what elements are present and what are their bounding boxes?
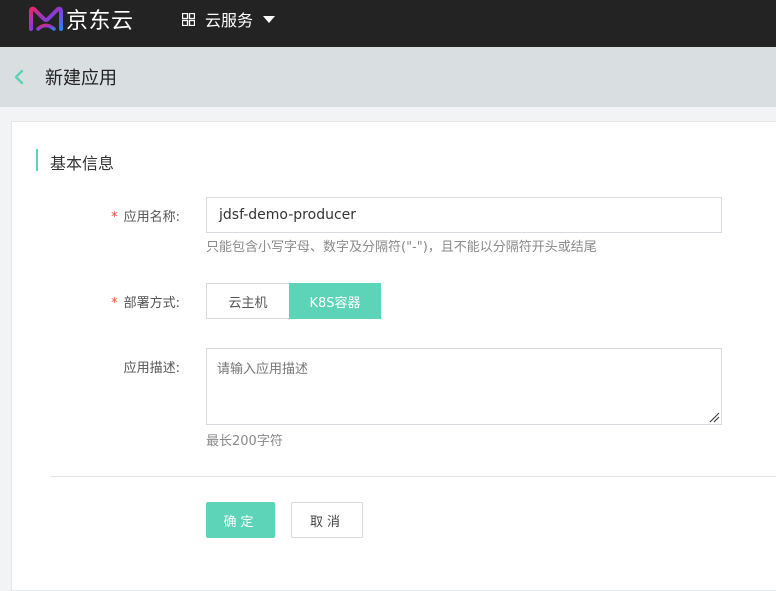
section-accent-bar xyxy=(36,149,38,171)
app-name-label: * 应用名称: xyxy=(0,206,180,225)
chevron-left-icon[interactable] xyxy=(10,67,28,87)
app-name-hint: 只能包含小写字母、数字及分隔符("-")，且不能以分隔符开头或结尾 xyxy=(206,240,597,255)
required-mark: * xyxy=(111,296,118,311)
resize-grip-icon[interactable] xyxy=(708,411,720,423)
caret-down-icon xyxy=(263,15,276,23)
cancel-button[interactable]: 取消 xyxy=(291,502,363,538)
confirm-button[interactable]: 确定 xyxy=(206,502,275,538)
brand-logo[interactable]: 京东云 xyxy=(28,4,134,34)
app-description-textarea[interactable] xyxy=(206,348,722,425)
page-header: 新建应用 xyxy=(0,47,776,107)
app-description-label: 应用描述: xyxy=(0,357,180,376)
grid-icon xyxy=(182,12,195,26)
page-title: 新建应用 xyxy=(45,68,117,89)
deploy-option-k8s[interactable]: K8S容器 xyxy=(289,283,381,319)
app-name-label-text: 应用名称: xyxy=(123,210,180,225)
jdcloud-logo-icon xyxy=(29,6,63,31)
deploy-method-label: * 部署方式: xyxy=(0,292,180,311)
section-title: 基本信息 xyxy=(50,154,115,173)
app-description-label-text: 应用描述: xyxy=(123,361,180,376)
required-mark: * xyxy=(111,210,118,225)
deploy-option-vm[interactable]: 云主机 xyxy=(206,283,290,319)
cloud-services-label: 云服务 xyxy=(205,11,254,30)
form-divider xyxy=(50,476,776,477)
cloud-services-menu[interactable]: 云服务 xyxy=(182,8,276,30)
deploy-method-label-text: 部署方式: xyxy=(123,296,180,311)
app-name-input[interactable]: jdsf-demo-producer xyxy=(206,197,722,233)
brand-name: 京东云 xyxy=(66,9,134,34)
app-description-hint: 最长200字符 xyxy=(206,434,283,449)
deploy-method-toggle: 云主机 K8S容器 xyxy=(206,283,381,319)
top-navigation-bar: 京东云 云服务 xyxy=(0,0,776,47)
